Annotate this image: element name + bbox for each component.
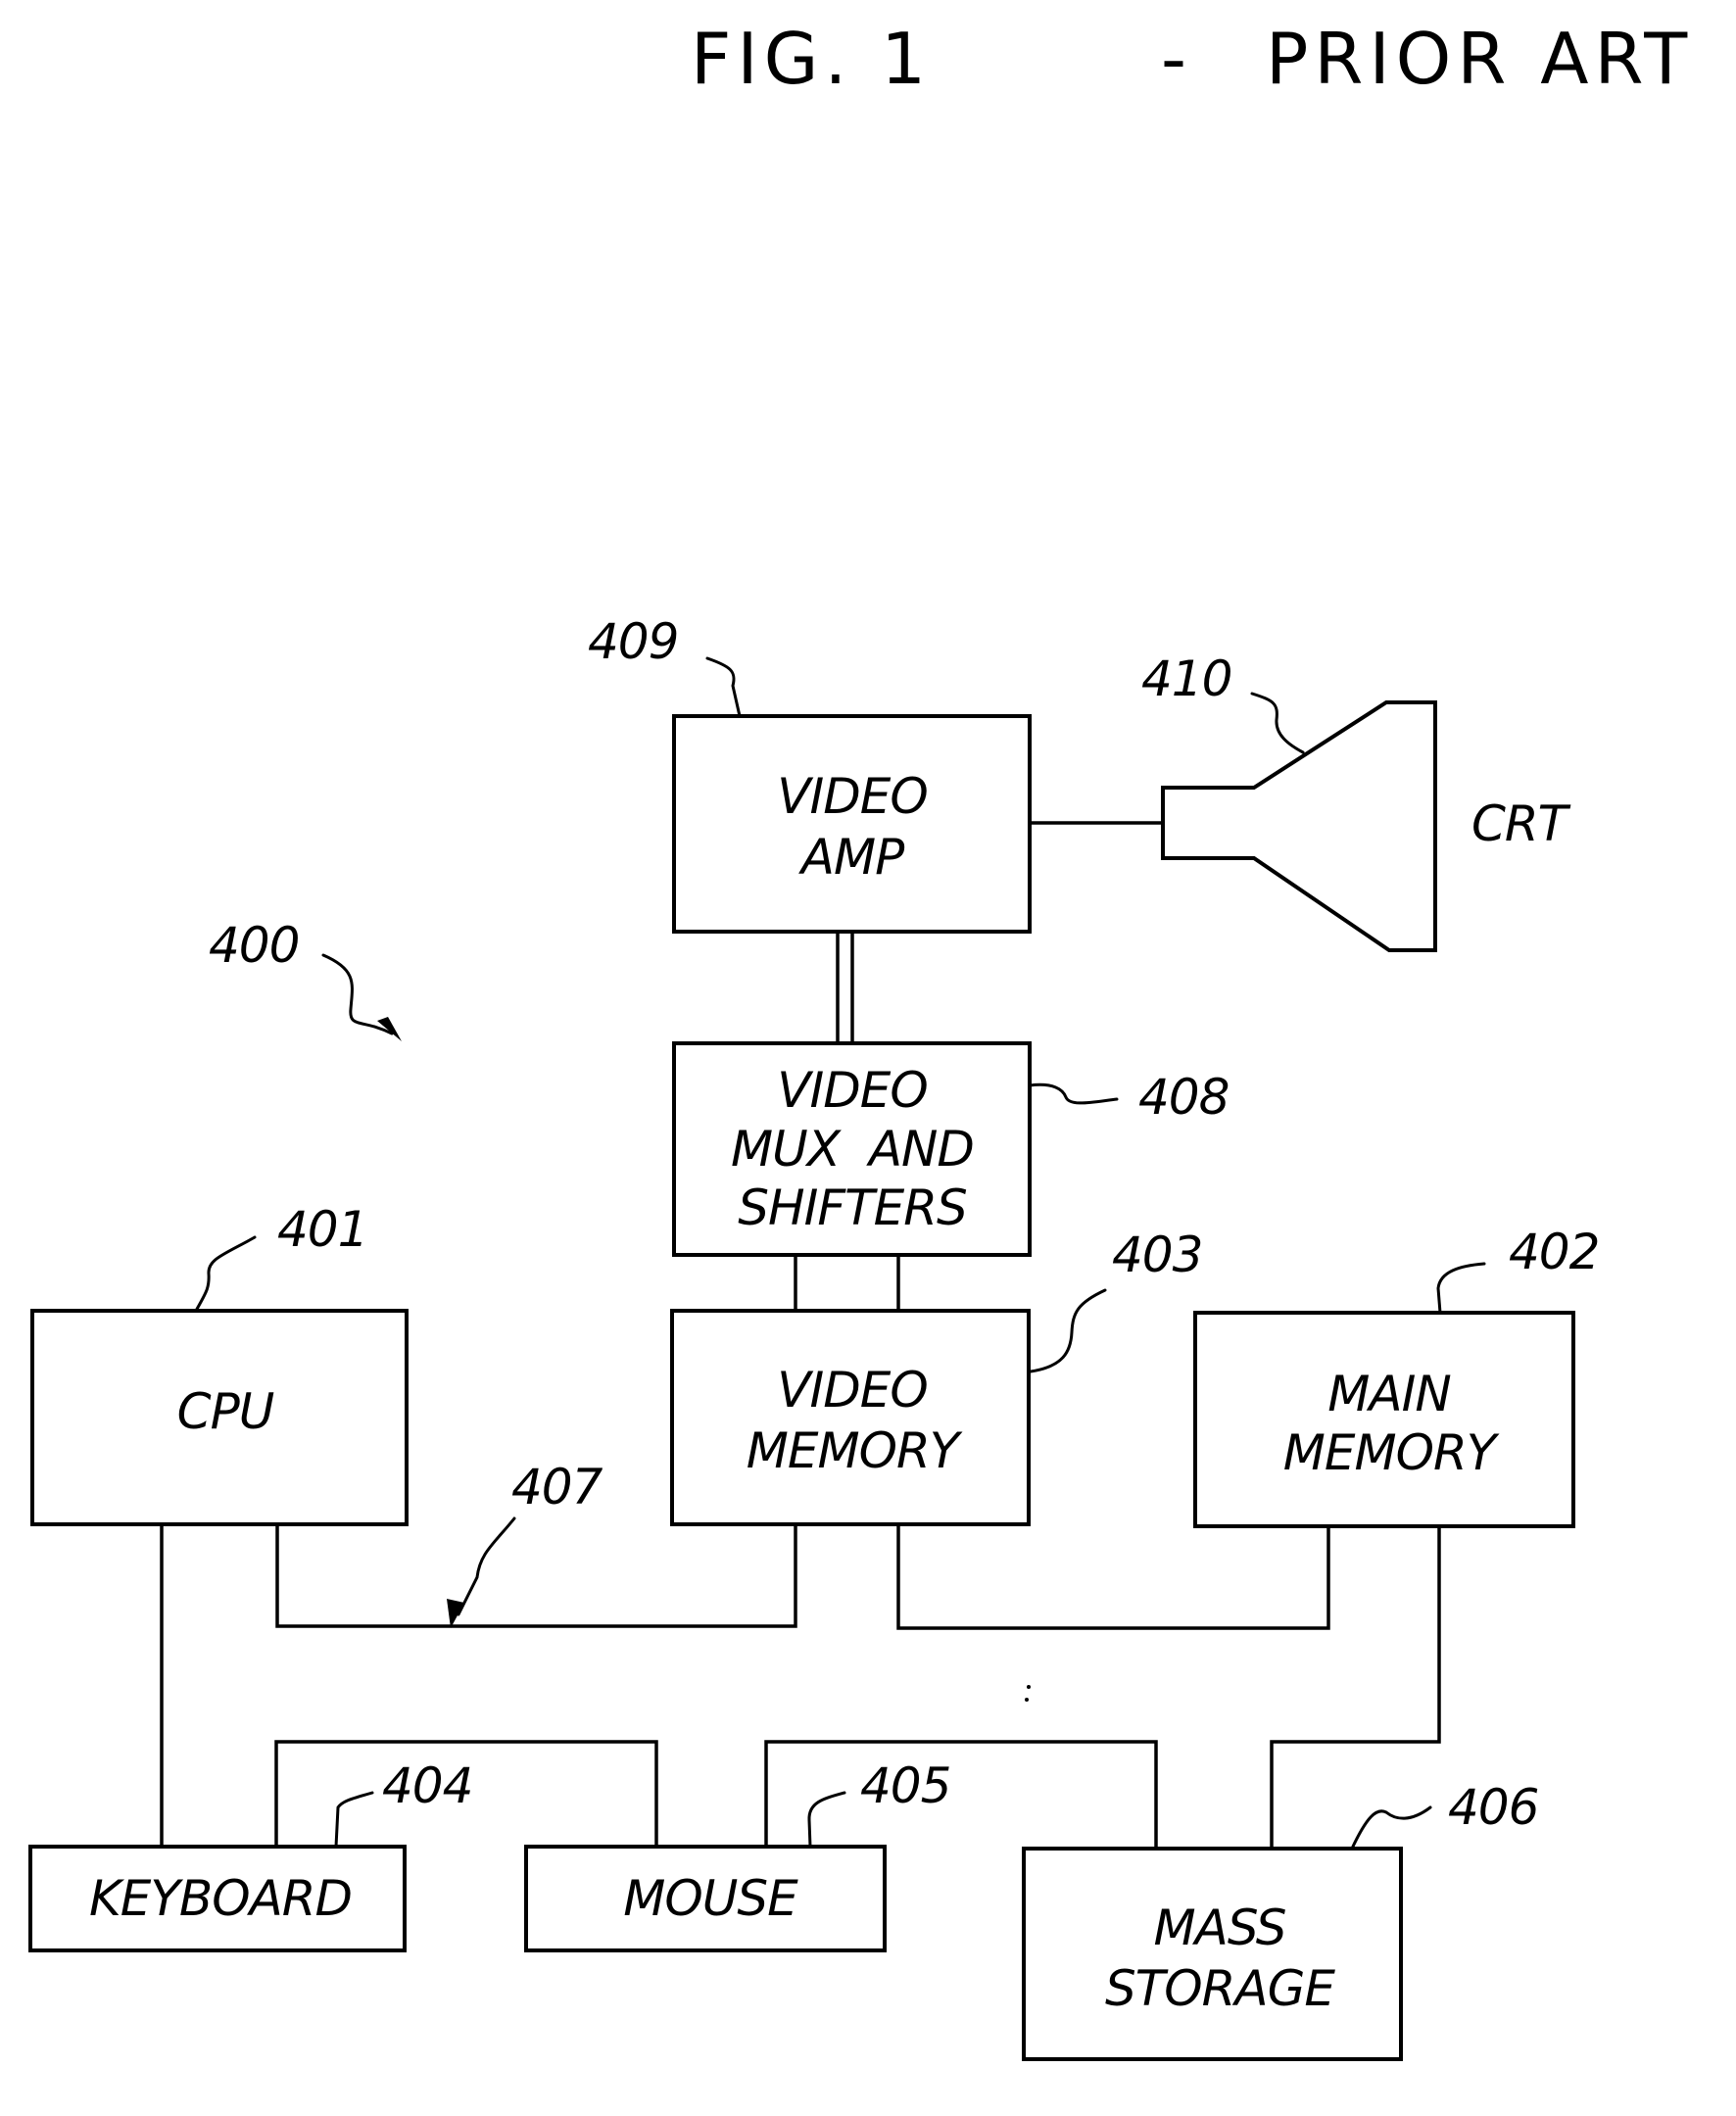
video-amp-label-line2: AMP	[798, 829, 905, 886]
ref-405: 405	[860, 1757, 950, 1814]
keyboard-label: KEYBOARD	[89, 1870, 352, 1927]
video-memory-label-line2: MEMORY	[747, 1422, 963, 1479]
crt-display: CRT	[1161, 700, 1572, 952]
video-memory-label-line1: VIDEO	[777, 1362, 927, 1419]
block-mouse: MOUSE	[524, 1845, 887, 1952]
wire-mainmem-massstorage	[1270, 1526, 1441, 1849]
ref-402: 402	[1509, 1224, 1599, 1280]
crt-label: CRT	[1471, 795, 1571, 852]
cpu-label: CPU	[177, 1383, 274, 1440]
ref-408: 408	[1138, 1069, 1229, 1126]
bus-vmem-mainmem	[896, 1524, 1330, 1630]
ref-405-leader	[807, 1791, 846, 1849]
scan-speck	[1025, 1698, 1029, 1702]
ref-407-leader	[457, 1516, 516, 1616]
mass-storage-label-line2: STORAGE	[1105, 1960, 1335, 2017]
bus-cpu-vmem	[275, 1524, 797, 1628]
ref-401: 401	[277, 1201, 367, 1258]
video-amp-label-line1: VIDEO	[777, 768, 927, 825]
ref-407-arrowhead	[447, 1599, 464, 1628]
figure-prior-art-note: PRIOR ART	[1266, 18, 1693, 100]
ref-408-leader	[1028, 1082, 1119, 1105]
ref-406-leader	[1350, 1805, 1432, 1851]
block-diagram: FIG. 1 - PRIOR ART 400 407 VIDEO AMP 409…	[28, 18, 1693, 2061]
figure-title-dash: -	[1161, 18, 1192, 100]
ref-403-leader	[1029, 1288, 1107, 1373]
block-video-amp: VIDEO AMP	[672, 714, 1032, 934]
block-keyboard: KEYBOARD	[28, 1845, 407, 1952]
main-memory-label-line1: MAIN	[1327, 1366, 1451, 1422]
main-memory-label-line2: MEMORY	[1283, 1424, 1500, 1481]
block-video-memory: VIDEO MEMORY	[670, 1309, 1031, 1526]
ref-409: 409	[588, 613, 678, 670]
ref-410: 410	[1141, 650, 1231, 707]
ref-404-leader	[334, 1791, 374, 1849]
block-main-memory: MAIN MEMORY	[1193, 1311, 1575, 1528]
scan-speck	[1027, 1685, 1031, 1689]
video-mux-label-line3: SHIFTERS	[738, 1179, 967, 1236]
wire-mouse-massstorage	[764, 1740, 1158, 1849]
ref-406: 406	[1448, 1779, 1538, 1836]
mouse-label: MOUSE	[623, 1870, 798, 1927]
ref-402-leader	[1436, 1262, 1486, 1315]
ref-409-leader	[705, 656, 742, 718]
ref-404: 404	[382, 1757, 472, 1814]
block-cpu: CPU	[30, 1309, 409, 1526]
mass-storage-label-line1: MASS	[1153, 1900, 1285, 1956]
block-video-mux-shifters: VIDEO MUX AND SHIFTERS	[672, 1041, 1032, 1257]
ref-401-leader	[194, 1235, 257, 1313]
block-mass-storage: MASS STORAGE	[1022, 1847, 1403, 2061]
video-mux-label-line1: VIDEO	[777, 1062, 927, 1119]
ref-407: 407	[511, 1459, 603, 1515]
ref-410-leader	[1250, 692, 1305, 754]
figure-title: FIG. 1	[691, 18, 932, 100]
ref-403: 403	[1112, 1226, 1202, 1283]
video-mux-label-line2: MUX AND	[731, 1121, 974, 1178]
ref-400: 400	[209, 917, 299, 974]
